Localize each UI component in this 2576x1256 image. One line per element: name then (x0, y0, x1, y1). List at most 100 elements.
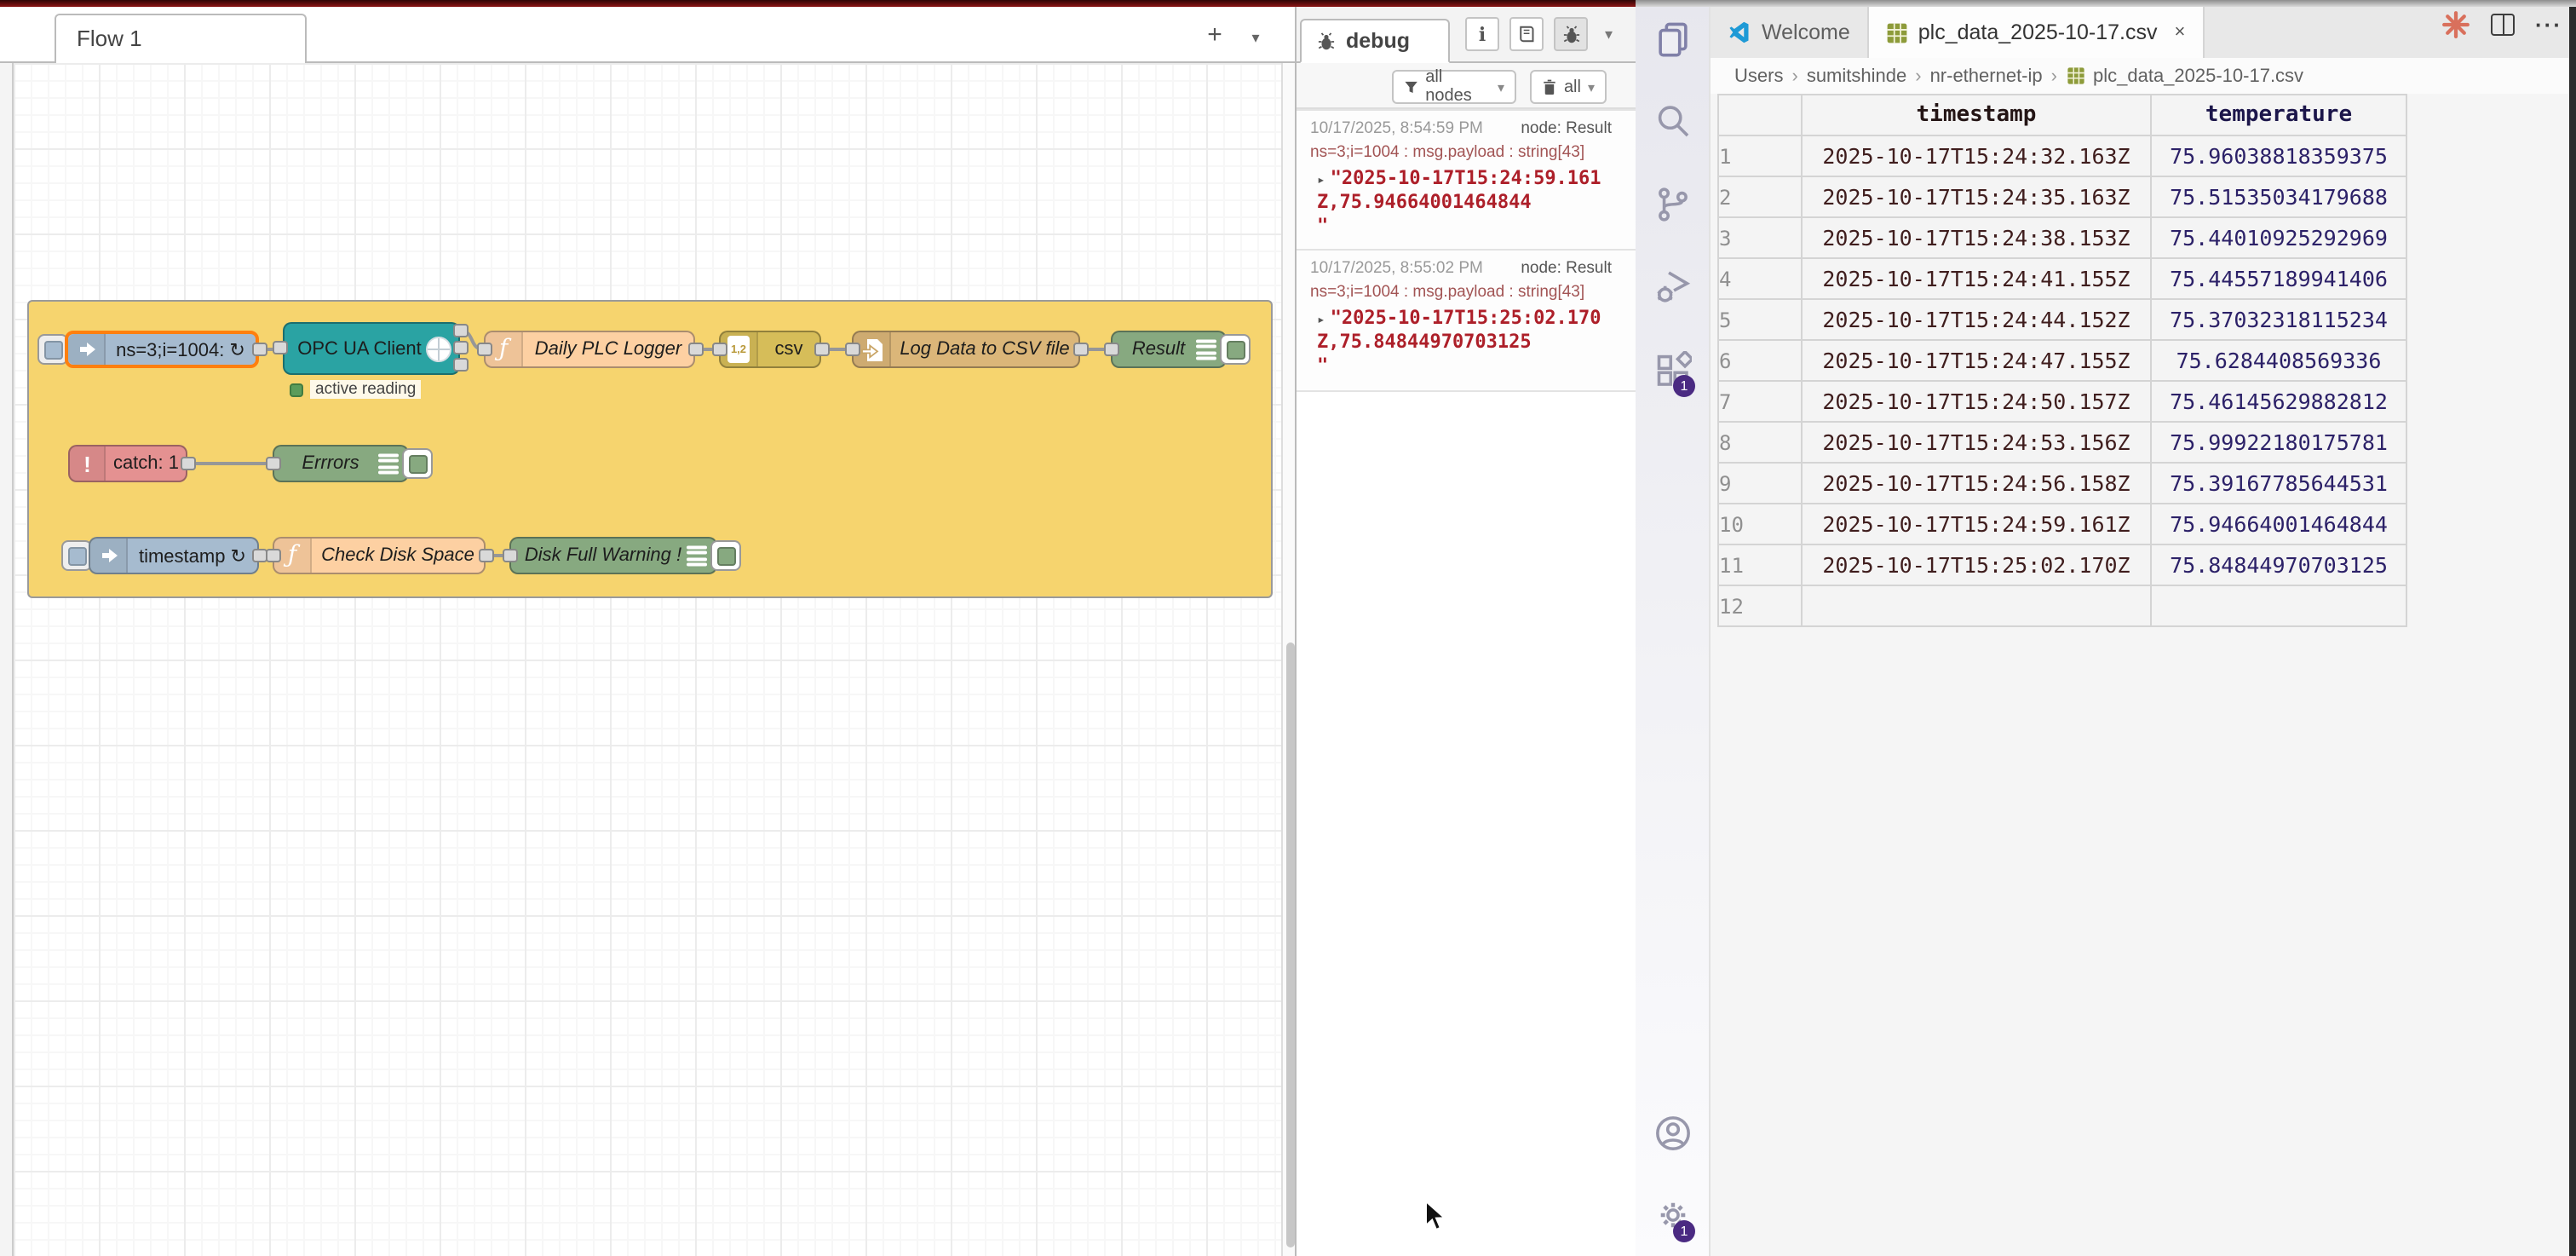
table-row[interactable]: 12 (1718, 585, 2406, 626)
starburst-extension-icon[interactable] (2441, 10, 2470, 39)
node-port[interactable] (452, 341, 468, 354)
more-actions-icon[interactable]: ··· (2535, 12, 2562, 37)
node-debug-errors[interactable]: Errrors (273, 445, 409, 482)
temperature-cell[interactable]: 75.44557189941406 (2151, 258, 2406, 299)
timestamp-cell[interactable]: 2025-10-17T15:24:44.152Z (1802, 299, 2151, 340)
scrollbar-thumb[interactable] (1285, 642, 1294, 1247)
temperature-cell[interactable] (2151, 585, 2406, 626)
canvas-scrollbar[interactable] (1281, 63, 1295, 1256)
node-port[interactable] (478, 549, 493, 562)
temperature-cell[interactable]: 75.46145629882812 (2151, 381, 2406, 422)
timestamp-cell[interactable]: 2025-10-17T15:24:56.158Z (1802, 463, 2151, 504)
timestamp-cell[interactable]: 2025-10-17T15:25:02.170Z (1802, 544, 2151, 585)
run-debug-icon[interactable] (1654, 268, 1692, 305)
table-row[interactable]: 102025-10-17T15:24:59.161Z75.94664001464… (1718, 504, 2406, 544)
node-debug-result[interactable]: Result (1111, 331, 1227, 368)
timestamp-cell[interactable]: 2025-10-17T15:24:53.156Z (1802, 422, 2151, 463)
timestamp-cell[interactable]: 2025-10-17T15:24:47.155Z (1802, 340, 2151, 381)
node-port[interactable] (180, 457, 195, 470)
temperature-cell[interactable]: 75.94664001464844 (2151, 504, 2406, 544)
debug-message[interactable]: 10/17/2025, 8:55:02 PMnode: Resultns=3;i… (1297, 251, 1636, 392)
clear-messages-button[interactable]: all ▾ (1530, 70, 1607, 104)
breadcrumb-item[interactable]: sumitshinde (1807, 66, 1906, 86)
breadcrumb-item[interactable]: nr-ethernet-ip (1930, 66, 2043, 86)
split-editor-icon[interactable] (2491, 14, 2515, 36)
node-help-button[interactable]: i (1465, 17, 1499, 51)
account-icon[interactable] (1654, 1115, 1692, 1152)
breadcrumb-item[interactable]: plc_data_2025-10-17.csv (2093, 66, 2303, 86)
node-port[interactable] (844, 343, 860, 356)
tab-welcome[interactable]: Welcome (1711, 7, 1869, 58)
node-csv-parser[interactable]: 1,2 csv (719, 331, 821, 368)
timestamp-cell[interactable]: 2025-10-17T15:24:59.161Z (1802, 504, 2151, 544)
add-flow-button[interactable]: + (1199, 20, 1230, 51)
node-port[interactable] (452, 324, 468, 337)
node-port[interactable] (1072, 343, 1088, 356)
timestamp-cell[interactable]: 2025-10-17T15:24:50.157Z (1802, 381, 2151, 422)
node-port[interactable] (265, 457, 280, 470)
debug-toggle-button[interactable] (1220, 334, 1251, 365)
node-port[interactable] (251, 549, 267, 562)
node-inject-timestamp[interactable]: timestamp ↻ (89, 537, 259, 574)
node-port[interactable] (687, 343, 703, 356)
explorer-icon[interactable] (1654, 20, 1692, 58)
expand-caret-icon[interactable]: ▸ (1317, 313, 1325, 328)
table-row[interactable]: 72025-10-17T15:24:50.157Z75.461456298828… (1718, 381, 2406, 422)
node-file-write[interactable]: Log Data to CSV file (852, 331, 1080, 368)
node-opcua-client[interactable]: OPC UA Client (283, 322, 460, 375)
table-row[interactable]: 82025-10-17T15:24:53.156Z75.999221801757… (1718, 422, 2406, 463)
breadcrumb[interactable]: Users›sumitshinde›nr-ethernet-ip›plc_dat… (1711, 58, 2576, 94)
temperature-cell[interactable]: 75.44010925292969 (2151, 217, 2406, 258)
node-port[interactable] (711, 343, 727, 356)
node-debug-disk-full-warning[interactable]: Disk Full Warning ! (509, 537, 717, 574)
timestamp-cell[interactable]: 2025-10-17T15:24:38.153Z (1802, 217, 2151, 258)
node-catch[interactable]: ! catch: 1 (68, 445, 187, 482)
table-row[interactable]: 32025-10-17T15:24:38.153Z75.440109252929… (1718, 217, 2406, 258)
table-row[interactable]: 52025-10-17T15:24:44.152Z75.370323181152… (1718, 299, 2406, 340)
tab-flow-1[interactable]: Flow 1 (55, 14, 307, 63)
inject-button[interactable] (37, 334, 68, 365)
timestamp-cell[interactable]: 2025-10-17T15:24:35.163Z (1802, 176, 2151, 217)
timestamp-cell[interactable]: 2025-10-17T15:24:41.155Z (1802, 258, 2151, 299)
node-port[interactable] (476, 343, 492, 356)
node-port[interactable] (1103, 343, 1118, 356)
node-port[interactable] (251, 343, 267, 356)
source-control-icon[interactable] (1654, 186, 1692, 223)
timestamp-cell[interactable]: 2025-10-17T15:24:32.163Z (1802, 135, 2151, 176)
temperature-cell[interactable]: 75.99922180175781 (2151, 422, 2406, 463)
node-port[interactable] (814, 343, 829, 356)
temperature-cell[interactable]: 75.39167785644531 (2151, 463, 2406, 504)
node-port[interactable] (272, 341, 287, 354)
debug-toggle-button[interactable] (402, 448, 433, 479)
breadcrumb-item[interactable]: Users (1734, 66, 1783, 86)
table-row[interactable]: 92025-10-17T15:24:56.158Z75.391677856445… (1718, 463, 2406, 504)
tab-debug[interactable]: debug (1300, 19, 1450, 63)
debug-message[interactable]: 10/17/2025, 8:54:59 PMnode: Resultns=3;i… (1297, 109, 1636, 251)
node-port[interactable] (502, 549, 517, 562)
tab-csv-file[interactable]: plc_data_2025-10-17.csv × (1869, 7, 2205, 58)
filter-nodes-button[interactable]: all nodes ▾ (1392, 70, 1516, 104)
flow-list-caret-button[interactable]: ▾ (1240, 20, 1271, 51)
debug-toggle-button[interactable] (710, 540, 741, 571)
context-data-button[interactable] (1509, 17, 1544, 51)
temperature-cell[interactable]: 75.96038818359375 (2151, 135, 2406, 176)
temperature-cell[interactable]: 75.37032318115234 (2151, 299, 2406, 340)
debug-payload[interactable]: ▸"2025-10-17T15:25:02.170Z,75.8484497070… (1310, 308, 1622, 378)
node-inject-opc[interactable]: ns=3;i=1004: ↻ (65, 331, 259, 368)
close-tab-icon[interactable]: × (2175, 22, 2186, 43)
timestamp-cell[interactable] (1802, 585, 2151, 626)
debug-messages-button[interactable] (1554, 17, 1588, 51)
expand-caret-icon[interactable]: ▸ (1317, 172, 1325, 187)
debug-payload[interactable]: ▸"2025-10-17T15:24:59.161Z,75.9466400146… (1310, 167, 1622, 238)
table-row[interactable]: 112025-10-17T15:25:02.170Z75.84844970703… (1718, 544, 2406, 585)
flow-canvas[interactable]: ns=3;i=1004: ↻ OPC UA Client active read… (14, 63, 1281, 1256)
table-row[interactable]: 12025-10-17T15:24:32.163Z75.960388183593… (1718, 135, 2406, 176)
temperature-cell[interactable]: 75.84844970703125 (2151, 544, 2406, 585)
node-port[interactable] (452, 358, 468, 372)
node-port[interactable] (265, 549, 280, 562)
table-row[interactable]: 62025-10-17T15:24:47.155Z75.628440856933… (1718, 340, 2406, 381)
table-row[interactable]: 42025-10-17T15:24:41.155Z75.445571899414… (1718, 258, 2406, 299)
search-icon[interactable] (1654, 102, 1692, 140)
table-row[interactable]: 22025-10-17T15:24:35.163Z75.515350341796… (1718, 176, 2406, 217)
temperature-cell[interactable]: 75.6284408569336 (2151, 340, 2406, 381)
